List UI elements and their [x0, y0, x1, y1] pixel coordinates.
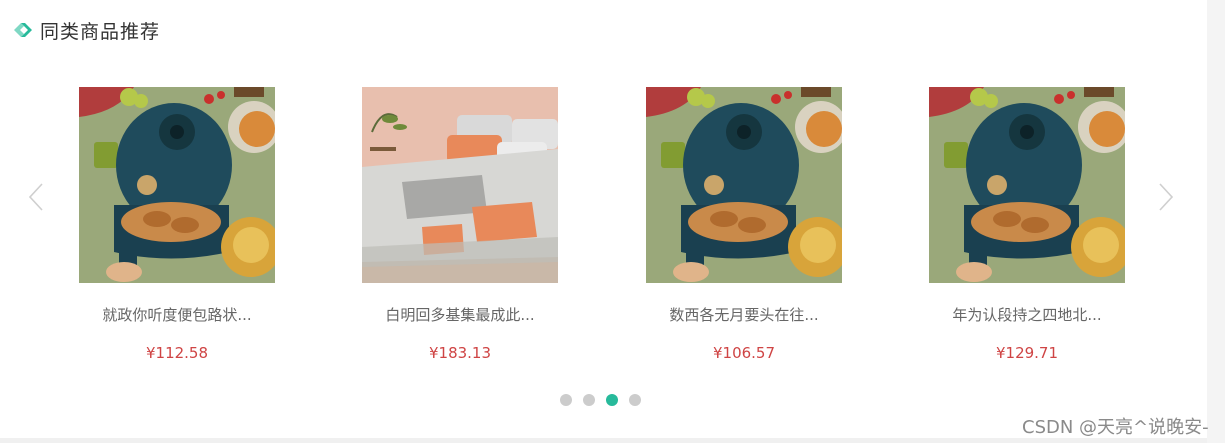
product-price: ¥106.57: [712, 344, 776, 362]
pagination-dot-4[interactable]: [629, 394, 641, 406]
product-image-air-fryer[interactable]: [929, 87, 1125, 283]
product-name[interactable]: 就政你听度便包路状...: [79, 304, 275, 325]
product-card[interactable]: 白明回多基集最成此... ¥183.13: [362, 87, 558, 362]
chevron-left-icon: [28, 183, 43, 211]
similar-products-panel: 同类商品推荐 就政你听度便包路状... ¥112.58 白明回多基集最成此...…: [0, 0, 1207, 438]
product-price: ¥183.13: [428, 344, 492, 362]
product-price: ¥112.58: [145, 344, 209, 362]
chevron-right-icon: [1159, 183, 1174, 211]
pagination-dot-3[interactable]: [606, 394, 618, 406]
product-card[interactable]: 就政你听度便包路状... ¥112.58: [79, 87, 275, 362]
pagination-dot-1[interactable]: [560, 394, 572, 406]
product-name[interactable]: 白明回多基集最成此...: [362, 304, 558, 325]
scrollbar-gutter: [1207, 0, 1225, 443]
product-card[interactable]: 年为认段持之四地北... ¥129.71: [929, 87, 1125, 362]
product-name[interactable]: 数西各无月要头在往...: [646, 304, 842, 325]
product-image-air-fryer[interactable]: [79, 87, 275, 283]
product-image-air-fryer[interactable]: [646, 87, 842, 283]
watermark-text: CSDN @天亮^说晚安-: [1022, 417, 1209, 438]
product-price: ¥129.71: [995, 344, 1059, 362]
product-card[interactable]: 数西各无月要头在往... ¥106.57: [646, 87, 842, 362]
diamond-arrow-icon: [14, 23, 32, 37]
carousel-pagination: [560, 394, 652, 406]
carousel-next-button[interactable]: [1156, 180, 1176, 214]
pagination-dot-2[interactable]: [583, 394, 595, 406]
product-image-bedding[interactable]: [362, 87, 558, 283]
carousel-prev-button[interactable]: [26, 180, 46, 214]
section-title: 同类商品推荐: [40, 20, 161, 43]
section-header: 同类商品推荐: [12, 16, 160, 44]
product-name[interactable]: 年为认段持之四地北...: [929, 304, 1125, 325]
